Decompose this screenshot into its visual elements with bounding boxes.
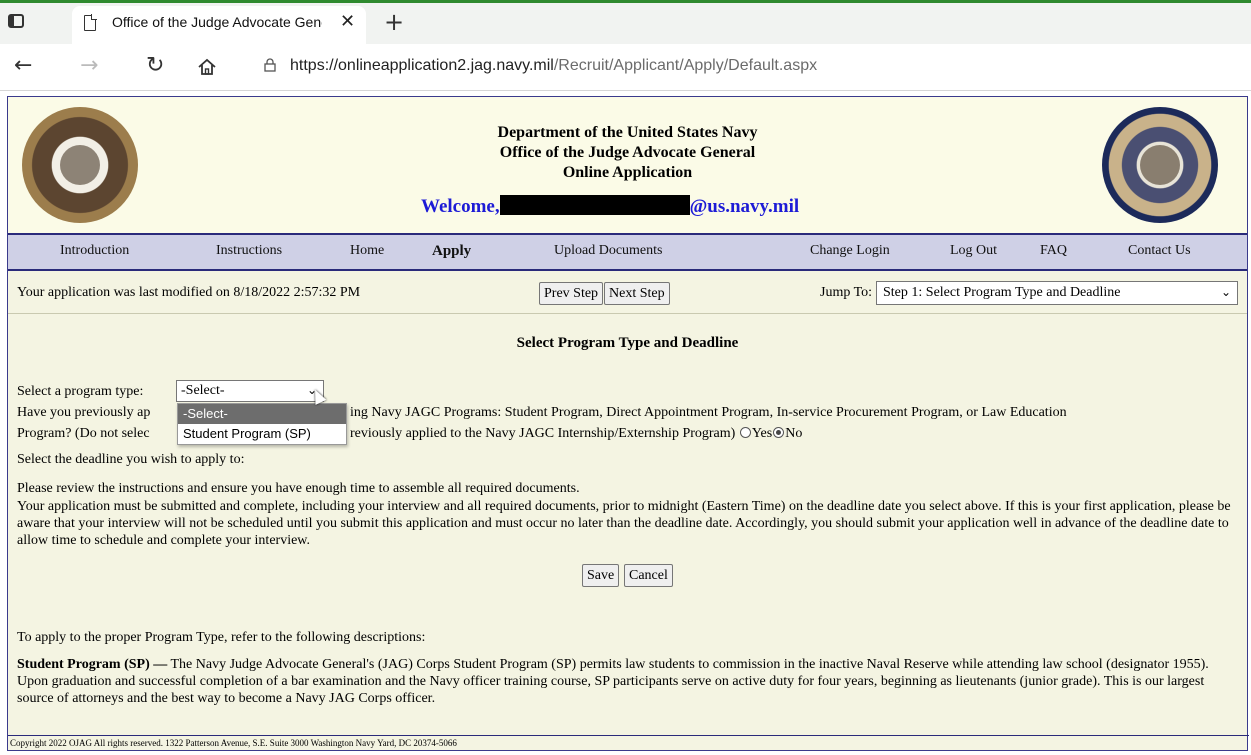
student-program-text: The Navy Judge Advocate General's (JAG) … <box>17 657 1209 706</box>
welcome-prefix: Welcome, <box>421 196 500 217</box>
url-field[interactable]: https://onlineapplication2.jag.navy.mil/… <box>290 57 817 75</box>
address-bar: ← → ↻ https://onlineapplication2.jag.nav… <box>0 44 1251 91</box>
previous-application-question-d-text: reviously applied to the Navy JAGC Inter… <box>350 426 736 441</box>
student-program-title: Student Program (SP) — <box>17 657 168 672</box>
previous-application-question-d: reviously applied to the Navy JAGC Inter… <box>350 425 802 442</box>
welcome-domain: @us.navy.mil <box>689 196 800 217</box>
status-bar: Your application was last modified on 8/… <box>8 273 1247 314</box>
jag-corps-seal-logo <box>1102 107 1218 223</box>
prev-step-button[interactable]: Prev Step <box>539 282 604 305</box>
main-menu: Introduction Instructions Home Apply Upl… <box>8 235 1247 271</box>
url-path: /Recruit/Applicant/Apply/Default.aspx <box>553 57 818 74</box>
page-icon <box>84 14 97 31</box>
review-instructions-text: Please review the instructions and ensur… <box>17 481 580 496</box>
radio-no-label: No <box>785 426 803 441</box>
sidebar-icon[interactable] <box>8 14 24 28</box>
header-line-office: Office of the Judge Advocate General <box>499 144 756 161</box>
menu-contact-us[interactable]: Contact Us <box>1128 243 1191 259</box>
jump-to-label: Jump To: <box>820 285 873 300</box>
option-select[interactable]: -Select- <box>178 404 346 424</box>
submission-note-text: Your application must be submitted and c… <box>17 499 1231 548</box>
menu-home[interactable]: Home <box>350 243 384 259</box>
chevron-down-icon: ⌄ <box>1220 285 1231 299</box>
student-program-description: Student Program (SP) — The Navy Judge Ad… <box>17 656 1242 707</box>
close-tab-icon[interactable]: ✕ <box>340 11 355 32</box>
program-type-dropdown[interactable]: -Select- Student Program (SP) <box>177 403 347 445</box>
lock-icon[interactable] <box>264 58 276 72</box>
page-footer: Copyright 2022 OJAG All rights reserved.… <box>8 735 1249 751</box>
back-icon[interactable]: ← <box>14 53 32 78</box>
descriptions-intro: To apply to the proper Program Type, ref… <box>17 630 426 645</box>
menu-faq[interactable]: FAQ <box>1040 243 1067 259</box>
option-student-program[interactable]: Student Program (SP) <box>178 424 346 444</box>
program-type-label: Select a program type: <box>17 384 144 399</box>
deadline-label: Select the deadline you wish to apply to… <box>17 452 245 467</box>
last-modified-text: Your application was last modified on 8/… <box>17 285 361 300</box>
url-host: https://onlineapplication2.jag.navy.mil <box>290 57 554 74</box>
application-page: Department of the United States Navy Off… <box>7 96 1249 751</box>
menu-log-out[interactable]: Log Out <box>950 243 997 259</box>
header-title: Department of the United States Navy Off… <box>8 123 1247 183</box>
save-button[interactable]: Save <box>582 564 620 587</box>
menu-introduction[interactable]: Introduction <box>60 243 129 259</box>
forward-icon[interactable]: → <box>80 53 98 78</box>
refresh-icon[interactable]: ↻ <box>146 53 164 78</box>
tab-title: Office of the Judge Advocate General Onl… <box>112 14 322 30</box>
previous-application-question-c: Program? (Do not selec <box>17 426 150 441</box>
header-line-department: Department of the United States Navy <box>497 124 758 141</box>
program-type-value: -Select- <box>181 383 225 398</box>
program-type-select[interactable]: -Select- ⌄ <box>176 380 324 402</box>
previous-application-question-b: ing Navy JAGC Programs: Student Program,… <box>350 405 1067 420</box>
cancel-button[interactable]: Cancel <box>624 564 673 587</box>
previous-application-question-a: Have you previously ap <box>17 405 151 420</box>
radio-no[interactable] <box>773 427 785 438</box>
next-step-button[interactable]: Next Step <box>604 282 670 305</box>
jump-to-select[interactable]: Step 1: Select Program Type and Deadline… <box>876 281 1238 305</box>
redacted-username <box>499 195 690 215</box>
section-title: Select Program Type and Deadline <box>516 335 739 351</box>
browser-tab-bar: Office of the Judge Advocate General Onl… <box>0 0 1251 44</box>
new-tab-icon[interactable]: + <box>384 9 404 35</box>
welcome-message: Welcome, @us.navy.mil <box>421 195 799 218</box>
menu-upload-documents[interactable]: Upload Documents <box>554 243 662 259</box>
page-header: Department of the United States Navy Off… <box>8 97 1247 235</box>
radio-yes[interactable] <box>739 427 751 438</box>
browser-tab[interactable]: Office of the Judge Advocate General Onl… <box>72 6 366 44</box>
radio-yes-label: Yes <box>751 426 773 441</box>
menu-change-login[interactable]: Change Login <box>810 243 890 259</box>
header-line-application: Online Application <box>562 164 693 181</box>
home-icon[interactable] <box>197 57 217 77</box>
menu-instructions[interactable]: Instructions <box>216 243 282 259</box>
jump-to-value: Step 1: Select Program Type and Deadline <box>883 285 1121 300</box>
menu-apply[interactable]: Apply <box>432 243 471 260</box>
